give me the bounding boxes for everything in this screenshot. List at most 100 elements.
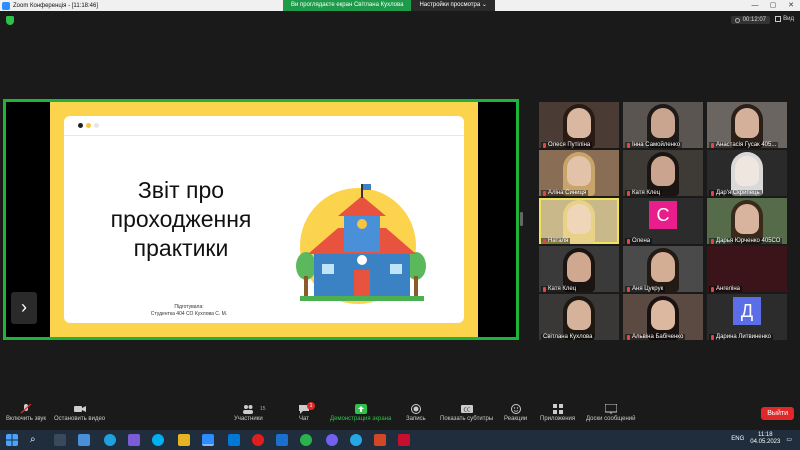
- stop-video-button[interactable]: Остановить видео: [54, 404, 105, 422]
- edge-icon[interactable]: [104, 434, 116, 446]
- participant-tile[interactable]: Аліна Синиця: [539, 150, 619, 196]
- chat-label: Чат: [299, 416, 309, 422]
- participants-count: 15: [260, 406, 266, 412]
- system-clock[interactable]: 11:18 04.05.2023: [750, 432, 780, 446]
- participant-tile[interactable]: Д Дарина Литвиненко: [707, 294, 787, 340]
- powerpoint-icon[interactable]: [374, 434, 386, 446]
- search-icon[interactable]: ⌕: [30, 434, 42, 446]
- unmute-button[interactable]: Включить звук: [6, 404, 46, 422]
- participant-tile[interactable]: Олеся Путіліна: [539, 102, 619, 148]
- window-controls: — ▢ ✕: [746, 0, 800, 11]
- view-label: Вид: [783, 16, 794, 22]
- slide-dot: [86, 123, 91, 128]
- view-button[interactable]: Вид: [775, 16, 794, 22]
- view-options-label: Настройки просмотра: [419, 2, 481, 8]
- whiteboards-button[interactable]: Доски сообщений: [586, 404, 636, 422]
- zoom-taskbar-icon[interactable]: [202, 434, 214, 446]
- meeting-top-bar: 00:12:07 Вид: [0, 11, 800, 31]
- participant-tile[interactable]: Дарья Юрченко 405СО: [707, 198, 787, 244]
- maximize-button[interactable]: ▢: [764, 0, 782, 11]
- meeting-toolbar: Включить звук Остановить видео Участники…: [0, 398, 800, 430]
- participant-name: Ангеліна: [716, 286, 740, 292]
- apps-icon: [552, 404, 563, 414]
- muted-mic-icon: [627, 238, 630, 244]
- share-screen-label: Демонстрация экрана: [330, 416, 392, 422]
- slide-card: Звіт про проходження практики Підготувал…: [64, 116, 464, 323]
- file-explorer-icon[interactable]: [178, 434, 190, 446]
- stop-video-label: Остановить видео: [54, 416, 106, 422]
- slide-author-name: Студентка 404 СО Кухлова С. М.: [150, 311, 228, 317]
- participant-name: Альвіна Бабіченко: [632, 334, 684, 340]
- show-captions-button[interactable]: CC Показать субтитры: [440, 404, 493, 422]
- muted-mic-icon: [627, 190, 630, 196]
- avatar-letter: Д: [733, 297, 761, 325]
- muted-mic-icon: [711, 238, 714, 244]
- participant-tile[interactable]: Інна Самойленко: [623, 102, 703, 148]
- participants-label: Участники: [234, 416, 263, 422]
- store-icon[interactable]: [228, 434, 240, 446]
- apps-label: Приложения: [540, 416, 576, 422]
- participant-tile[interactable]: C Олена: [623, 198, 703, 244]
- participant-tile[interactable]: Альвіна Бабіченко: [623, 294, 703, 340]
- viber-icon[interactable]: [326, 434, 338, 446]
- participant-tile[interactable]: Анастасія Гусак 405...: [707, 102, 787, 148]
- windows-taskbar: ⌕ ENG 11:18 04.05.2023 ▭: [0, 430, 800, 450]
- share-banner: Ви проглядаєте екран Світлана Кухлова На…: [283, 0, 495, 11]
- reactions-label: Реакции: [504, 416, 528, 422]
- slide-dot: [94, 123, 99, 128]
- windows-start-icon[interactable]: [6, 434, 18, 446]
- telegram-icon[interactable]: [350, 434, 362, 446]
- share-screen-button[interactable]: Демонстрация экрана: [330, 404, 391, 422]
- participant-name: Наталя: [548, 238, 569, 244]
- muted-mic-icon: [543, 286, 546, 292]
- muted-mic-icon: [711, 190, 714, 196]
- captions-icon: CC: [460, 405, 473, 414]
- participant-name: Катя Клец: [632, 190, 661, 196]
- record-button[interactable]: Запись: [406, 404, 426, 422]
- video-camera-icon: [73, 406, 86, 412]
- participant-name: Дарья Юрченко 405СО: [716, 238, 781, 244]
- clock-icon: [734, 17, 740, 23]
- participant-tile[interactable]: Дар'я Скрипець: [707, 150, 787, 196]
- chrome-icon[interactable]: [300, 434, 312, 446]
- word-icon[interactable]: [276, 434, 288, 446]
- muted-mic-icon: [543, 190, 546, 196]
- participant-tile[interactable]: Катя Клец: [623, 150, 703, 196]
- close-button[interactable]: ✕: [782, 0, 800, 11]
- opera-icon[interactable]: [252, 434, 264, 446]
- participants-button[interactable]: Участники: [234, 404, 263, 422]
- reactions-button[interactable]: Реакции: [504, 404, 527, 422]
- notifications-icon[interactable]: ▭: [786, 436, 792, 443]
- whiteboards-label: Доски сообщений: [586, 416, 636, 422]
- record-icon: [410, 404, 421, 414]
- leave-button[interactable]: Выйти: [761, 407, 794, 420]
- participant-name: Олена: [632, 238, 651, 244]
- mail-icon[interactable]: [78, 434, 90, 446]
- skype-icon[interactable]: [152, 434, 164, 446]
- participant-name: Катя Клец: [548, 286, 577, 292]
- participant-tile[interactable]: Аня Цукрук: [623, 246, 703, 292]
- next-slide-arrow[interactable]: ›: [11, 292, 37, 324]
- resize-handle[interactable]: [520, 212, 523, 226]
- participant-tile-active-speaker[interactable]: Наталя: [539, 198, 619, 244]
- presentation-slide: Звіт про проходження практики Підготувал…: [50, 102, 478, 337]
- teams-icon[interactable]: [128, 434, 140, 446]
- shared-screen[interactable]: Звіт про проходження практики Підготувал…: [3, 99, 519, 340]
- zoom-app-icon: [2, 1, 10, 10]
- share-screen-icon: [354, 404, 367, 414]
- participant-tile[interactable]: Ангеліна: [707, 246, 787, 292]
- input-language[interactable]: ENG: [731, 436, 744, 442]
- slide-dot: [78, 123, 83, 128]
- view-options-button[interactable]: Настройки просмотра ⌄: [411, 0, 495, 11]
- slide-divider: [64, 135, 464, 136]
- minimize-button[interactable]: —: [746, 0, 764, 11]
- apps-button[interactable]: Приложения: [540, 404, 575, 422]
- participant-tile[interactable]: Катя Клец: [539, 246, 619, 292]
- participants-icon: [243, 405, 254, 414]
- pdf-icon[interactable]: [398, 434, 410, 446]
- task-view-icon[interactable]: [54, 434, 66, 446]
- muted-mic-icon: [543, 238, 546, 244]
- participant-tile[interactable]: Світлана Кухлова: [539, 294, 619, 340]
- security-shield-icon[interactable]: [6, 16, 14, 25]
- muted-mic-icon: [627, 142, 630, 148]
